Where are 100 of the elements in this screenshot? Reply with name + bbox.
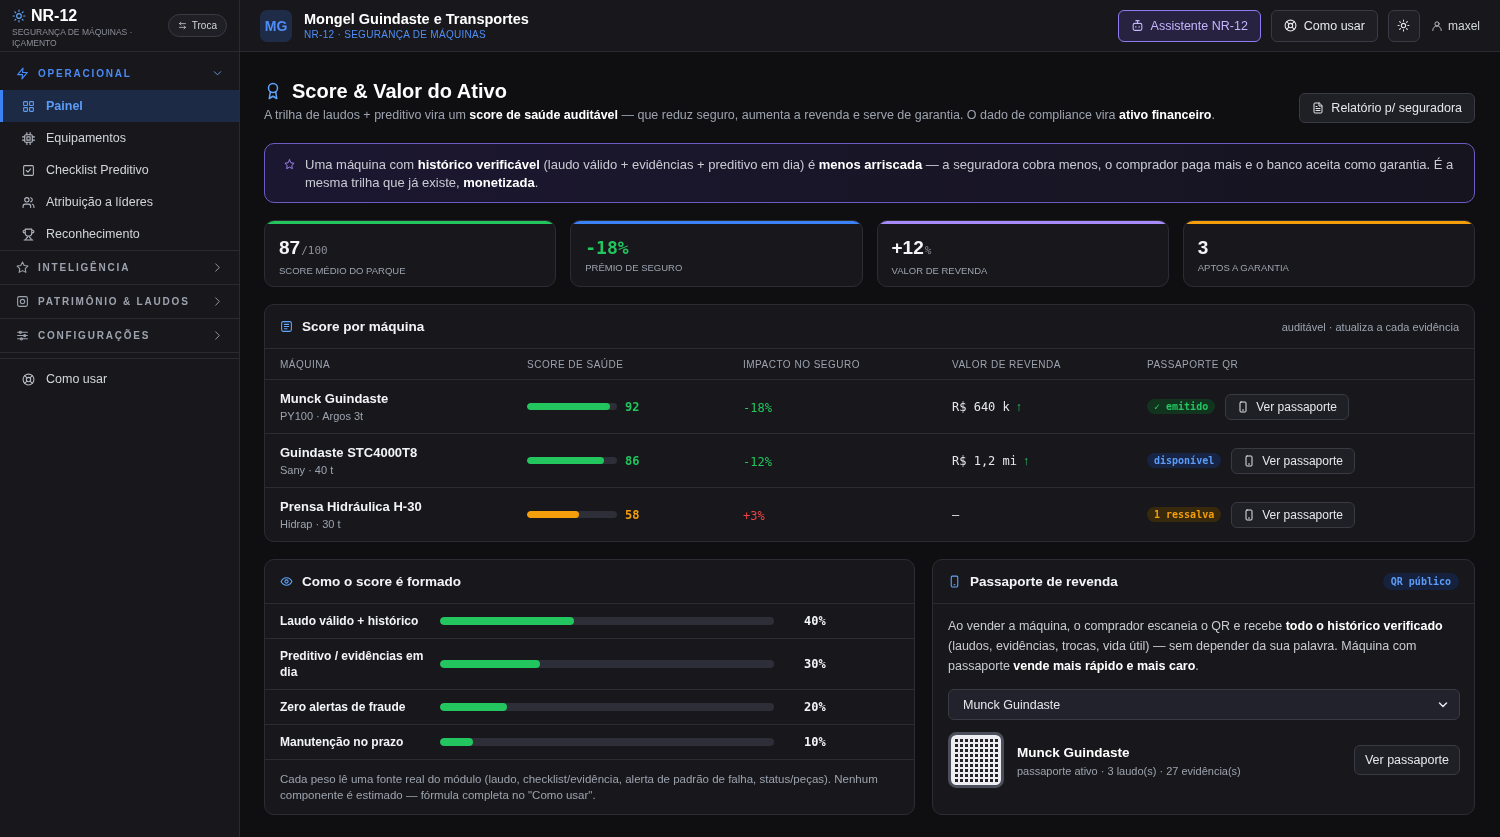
- weight-value: 20%: [803, 700, 827, 714]
- kpi-label: VALOR DE REVENDA: [891, 265, 989, 277]
- sidebar-item[interactable]: Reconhecimento: [0, 218, 239, 250]
- column-header: MÁQUINA: [280, 358, 332, 370]
- trophy-icon: [22, 227, 35, 241]
- weight-value: 30%: [803, 657, 827, 671]
- nav-group-toggle[interactable]: OPERACIONAL: [0, 57, 239, 90]
- view-passport-button[interactable]: Ver passaporte: [1353, 745, 1460, 775]
- panel-title: Score por máquina: [302, 319, 425, 334]
- chevron-right-icon: [212, 330, 223, 341]
- resale-value: R$ 1,2 mi: [952, 453, 1018, 468]
- factor-label: Preditivo / evidências em dia: [280, 648, 425, 680]
- status-badge: disponível: [1147, 453, 1222, 468]
- status-badge: ✓ emitido: [1147, 399, 1216, 414]
- machine-name: Munck Guindaste: [1017, 743, 1131, 761]
- company-name: Mongel Guindaste e Transportes: [304, 10, 529, 28]
- sun-icon: [12, 8, 26, 23]
- kpi-label: SCORE MÉDIO DO PARQUE: [279, 265, 407, 277]
- panel-title: Passaporte de revenda: [970, 574, 1118, 589]
- view-passport-button[interactable]: Ver passaporte: [1231, 501, 1355, 528]
- view-passport-button[interactable]: Ver passaporte: [1225, 393, 1349, 420]
- resale-value: —: [952, 507, 960, 522]
- status-badge: 1 ressalva: [1147, 507, 1222, 522]
- nav-group-toggle[interactable]: INTELIGÊNCIA: [0, 251, 239, 284]
- swap-icon: [177, 21, 187, 30]
- user-menu-button[interactable]: maxel: [1430, 18, 1480, 33]
- machine-select[interactable]: Munck Guindaste: [948, 689, 1460, 720]
- panel-title: Como o score é formado: [302, 574, 462, 589]
- camera-icon: [16, 295, 29, 308]
- factor-label: Zero alertas de fraude: [280, 699, 407, 715]
- nav-group-toggle[interactable]: PATRIMÔNIO & LAUDOS: [0, 285, 239, 318]
- sidebar-item[interactable]: Painel: [0, 90, 239, 122]
- assistant-button[interactable]: Assistente NR-12: [1117, 9, 1261, 42]
- kpi-label: APTOS A GARANTIA: [1197, 262, 1290, 274]
- column-header: SCORE DE SAÚDE: [527, 358, 625, 370]
- resale-value: R$ 640 k: [952, 399, 1010, 414]
- chevron-right-icon: [212, 296, 223, 307]
- factor-label: Manutenção no prazo: [280, 734, 405, 750]
- kpi-label: PRÊMIO DE SEGURO: [585, 262, 684, 274]
- star-icon: [16, 261, 29, 274]
- page-subtitle: A trilha de laudos + preditivo vira um score de saúde auditável — que reduz seguro, aumenta a revenda e serve de garantia. O dado de compliance vira ativo financeiro.: [264, 107, 1215, 123]
- qr-badge: QR público: [1382, 573, 1459, 590]
- help-button[interactable]: Como usar: [1270, 9, 1378, 42]
- company-subtitle: NR-12 · SEGURANÇA DE MÁQUINAS: [304, 28, 488, 41]
- lifebuoy-icon: [1283, 19, 1297, 32]
- factor-label: Laudo válido + histórico: [280, 613, 420, 629]
- phone-icon: [1237, 400, 1250, 413]
- sidebar-item[interactable]: Equipamentos: [0, 122, 239, 154]
- banner-text: Uma máquina com histórico verificável (laudo válido + evidências + preditivo em dia) é menos arriscada — a seguradora cobra menos, o comprador paga mais e o banco aceita como garantia. É a mesma trilha que já existe, monetizada.: [305, 156, 1455, 192]
- lightning-icon: [16, 67, 29, 80]
- phone-icon: [948, 575, 961, 588]
- column-header: VALOR DE REVENDA: [952, 358, 1062, 370]
- users-icon: [22, 195, 35, 209]
- passport-meta: passaporte ativo · 3 laudo(s) · 27 evidência(s): [1017, 764, 1241, 777]
- impact-value: -12%: [743, 454, 772, 469]
- chevron-right-icon: [212, 262, 223, 273]
- sliders-icon: [16, 329, 29, 342]
- panel-note: auditável · atualiza a cada evidência: [1281, 320, 1459, 333]
- weight-value: 40%: [803, 614, 827, 628]
- sidebar-item[interactable]: Como usar: [0, 363, 239, 395]
- star-icon: [284, 159, 295, 170]
- theme-toggle-button[interactable]: [1388, 9, 1420, 42]
- kpi-value: 87/100: [279, 236, 329, 260]
- machine-detail: Hidrap · 30 t: [280, 516, 342, 531]
- machine-name: Guindaste STC4000T8: [280, 444, 419, 461]
- impact-value: -18%: [743, 400, 772, 415]
- phone-icon: [1243, 508, 1256, 521]
- machine-name: Prensa Hidráulica H-30: [280, 498, 423, 515]
- phone-icon: [1243, 454, 1256, 467]
- brand-title: NR-12: [31, 6, 78, 25]
- sidebar-item[interactable]: Checklist Preditivo: [0, 154, 239, 186]
- user-icon: [1432, 20, 1442, 31]
- sidebar-item[interactable]: Atribuição a líderes: [0, 186, 239, 218]
- company-avatar: MG: [260, 9, 292, 42]
- kpi-value: +12%: [891, 236, 933, 260]
- qr-code-icon: [948, 732, 1004, 788]
- sun-icon: [1397, 19, 1411, 32]
- machine-detail: PY100 · Argos 3t: [280, 408, 365, 423]
- score-value: 92: [625, 399, 640, 414]
- nav-group-toggle[interactable]: CONFIGURAÇÕES: [0, 319, 239, 352]
- impact-value: +3%: [743, 508, 765, 523]
- kpi-value: 3: [1197, 236, 1210, 260]
- report-button[interactable]: Relatório p/ seguradora: [1299, 93, 1475, 123]
- machine-detail: Sany · 40 t: [280, 462, 335, 477]
- passport-description: Ao vender a máquina, o comprador escaneia o QR e recebe todo o histórico verificado (laudos, evidências, trocas, vida útil) — sem depender da sua palavra. Máquina com passaporte vende mais rápido e mais caro.: [948, 618, 1444, 675]
- machine-name: Munck Guindaste: [280, 390, 390, 407]
- weight-value: 10%: [803, 735, 827, 749]
- column-header: IMPACTO NO SEGURO: [743, 358, 862, 370]
- checkbox-icon: [22, 163, 35, 177]
- robot-icon: [1130, 19, 1144, 32]
- chip-icon: [22, 131, 35, 145]
- view-passport-button[interactable]: Ver passaporte: [1231, 447, 1355, 474]
- switch-button[interactable]: Troca: [167, 14, 227, 37]
- footnote: Cada peso lê uma fonte real do módulo (laudo, checklist/evidência, alerta de padrão de falha, status/peças). Nenhum componente é estimado — fórmula completa no "Como usar".: [279, 772, 879, 803]
- document-icon: [1312, 102, 1325, 114]
- grid-icon: [22, 99, 35, 113]
- trend-arrow: ↑: [1015, 399, 1022, 414]
- trend-arrow: ↑: [1023, 453, 1030, 468]
- score-value: 86: [625, 453, 640, 468]
- brand-subtitle: SEGURANÇA DE MÁQUINAS · IÇAMENTO: [12, 27, 134, 49]
